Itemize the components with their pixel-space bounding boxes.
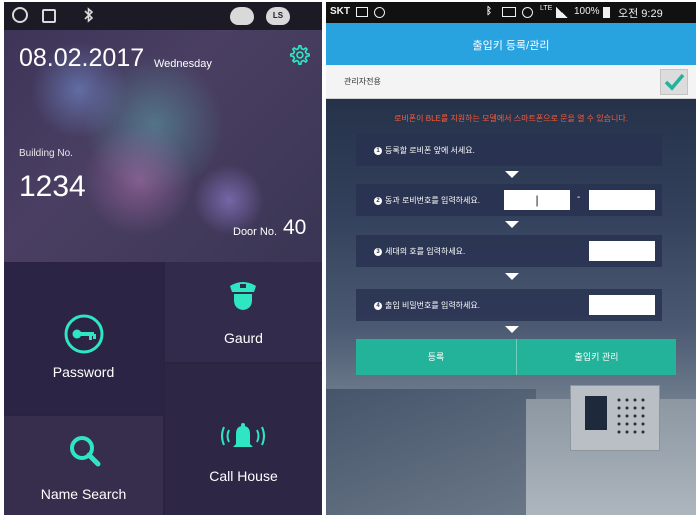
step-3-text: 3 세대의 호를 입력하세요. (374, 246, 465, 257)
step-2-label: 동과 로비번호를 입력하세요. (385, 196, 480, 205)
register-button[interactable]: 등록 (356, 339, 516, 375)
step-1-label: 등록할 로비폰 앞에 서세요. (385, 146, 475, 155)
password-label: Password (52, 364, 115, 380)
mute-icon (502, 7, 516, 17)
background-wall (326, 389, 536, 515)
step-1-number: 1 (374, 146, 382, 155)
step-2-bar: 2 동과 로비번호를 입력하세요. | - (356, 184, 662, 216)
manage-keys-button[interactable]: 출입키 관리 (517, 339, 676, 375)
mobile-key-app-screen: SKT ᛒ LTE 100% 오전 9:29 출입키 등록/관리 관리자전용 로… (326, 2, 696, 515)
signal-icon (556, 7, 568, 18)
call-house-button[interactable]: Call House (165, 364, 322, 515)
cloud-ls-icon: LS (266, 7, 290, 25)
step-1-bar: 1 등록할 로비폰 앞에 서세요. (356, 134, 662, 166)
unit-number-input[interactable] (589, 241, 655, 261)
alarm-clock-icon (522, 7, 533, 18)
cloud-badge-text: LS (272, 11, 284, 20)
date-display: 08.02.2017 (19, 44, 145, 72)
admin-only-label: 관리자전용 (344, 77, 381, 86)
dong-input[interactable]: | (504, 190, 570, 210)
carrier-text: SKT (330, 6, 350, 17)
ble-warning-text: 로비폰이 BLE를 지원하는 모델에서 스마트폰으로 문을 열 수 있습니다. (394, 114, 628, 123)
alarm-icon (12, 7, 28, 23)
page-title: 출입키 등록/관리 (472, 40, 550, 52)
status-bar: LS (4, 2, 322, 30)
building-number: 1234 (19, 170, 86, 203)
step-2-text: 2 동과 로비번호를 입력하세요. (374, 195, 480, 206)
building-label: Building No. (19, 148, 73, 159)
action-button-bar: 등록 출입키 관리 (356, 339, 676, 375)
key-icon (64, 314, 104, 354)
screenshot-root: LS 08.02.2017 Wednesday Building No. 123… (0, 0, 698, 517)
step-1-text: 1 등록할 로비폰 앞에 서세요. (374, 145, 475, 156)
status-bar: SKT ᛒ LTE 100% 오전 9:29 (326, 2, 696, 23)
down-arrow-icon (505, 326, 519, 333)
door-label: Door No. (233, 226, 278, 238)
entry-password-input[interactable] (589, 295, 655, 315)
lobby-number-input[interactable] (589, 190, 655, 210)
step-3-label: 세대의 호를 입력하세요. (385, 247, 466, 256)
dong-value: | (535, 193, 539, 207)
intercom-keypad (615, 396, 649, 436)
intercom-home-screen: LS 08.02.2017 Wednesday Building No. 123… (4, 2, 322, 515)
call-house-label: Call House (209, 468, 278, 484)
battery-text: 100% (574, 6, 600, 17)
name-search-label: Name Search (40, 486, 127, 502)
search-icon (70, 436, 101, 467)
step-4-label: 출입 비밀번호를 입력하세요. (385, 301, 480, 310)
info-panel: 08.02.2017 Wednesday Building No. 1234 D… (4, 30, 322, 262)
guard-icon (230, 282, 256, 310)
down-arrow-icon (505, 273, 519, 280)
alarm-icon (374, 7, 385, 18)
intercom-screen (585, 396, 607, 430)
title-bar: 출입키 등록/관리 (326, 23, 696, 65)
gallery-icon (356, 7, 368, 17)
intercom-panel-image (570, 385, 660, 451)
step-2-number: 2 (374, 196, 382, 205)
clock-text: 오전 9:29 (618, 8, 663, 20)
gear-icon[interactable] (288, 44, 310, 66)
down-arrow-icon (505, 171, 519, 178)
down-arrow-icon (505, 221, 519, 228)
step-4-bar: 4 출입 비밀번호를 입력하세요. (356, 289, 662, 321)
admin-only-checkbox[interactable] (660, 69, 688, 95)
bell-icon (221, 423, 265, 447)
step-4-text: 4 출입 비밀번호를 입력하세요. (374, 300, 480, 311)
step-4-number: 4 (374, 301, 382, 310)
bluetooth-icon (80, 7, 98, 25)
cloud-icon (230, 7, 254, 25)
bluetooth-icon: ᛒ (486, 6, 492, 17)
name-search-button[interactable]: Name Search (4, 416, 163, 515)
admin-only-row: 관리자전용 (326, 65, 696, 99)
door-number: 40 (283, 216, 307, 239)
checkmark-icon (664, 73, 685, 91)
battery-icon (603, 7, 610, 18)
weekday-display: Wednesday (154, 58, 212, 70)
guard-label: Gaurd (224, 330, 263, 346)
step-3-bar: 3 세대의 호를 입력하세요. (356, 235, 662, 267)
password-button[interactable]: Password (4, 262, 163, 414)
card-icon (42, 9, 56, 23)
guard-button[interactable]: Gaurd (165, 262, 322, 362)
dash-separator: - (577, 192, 581, 203)
network-text: LTE (540, 5, 553, 12)
step-3-number: 3 (374, 247, 382, 256)
